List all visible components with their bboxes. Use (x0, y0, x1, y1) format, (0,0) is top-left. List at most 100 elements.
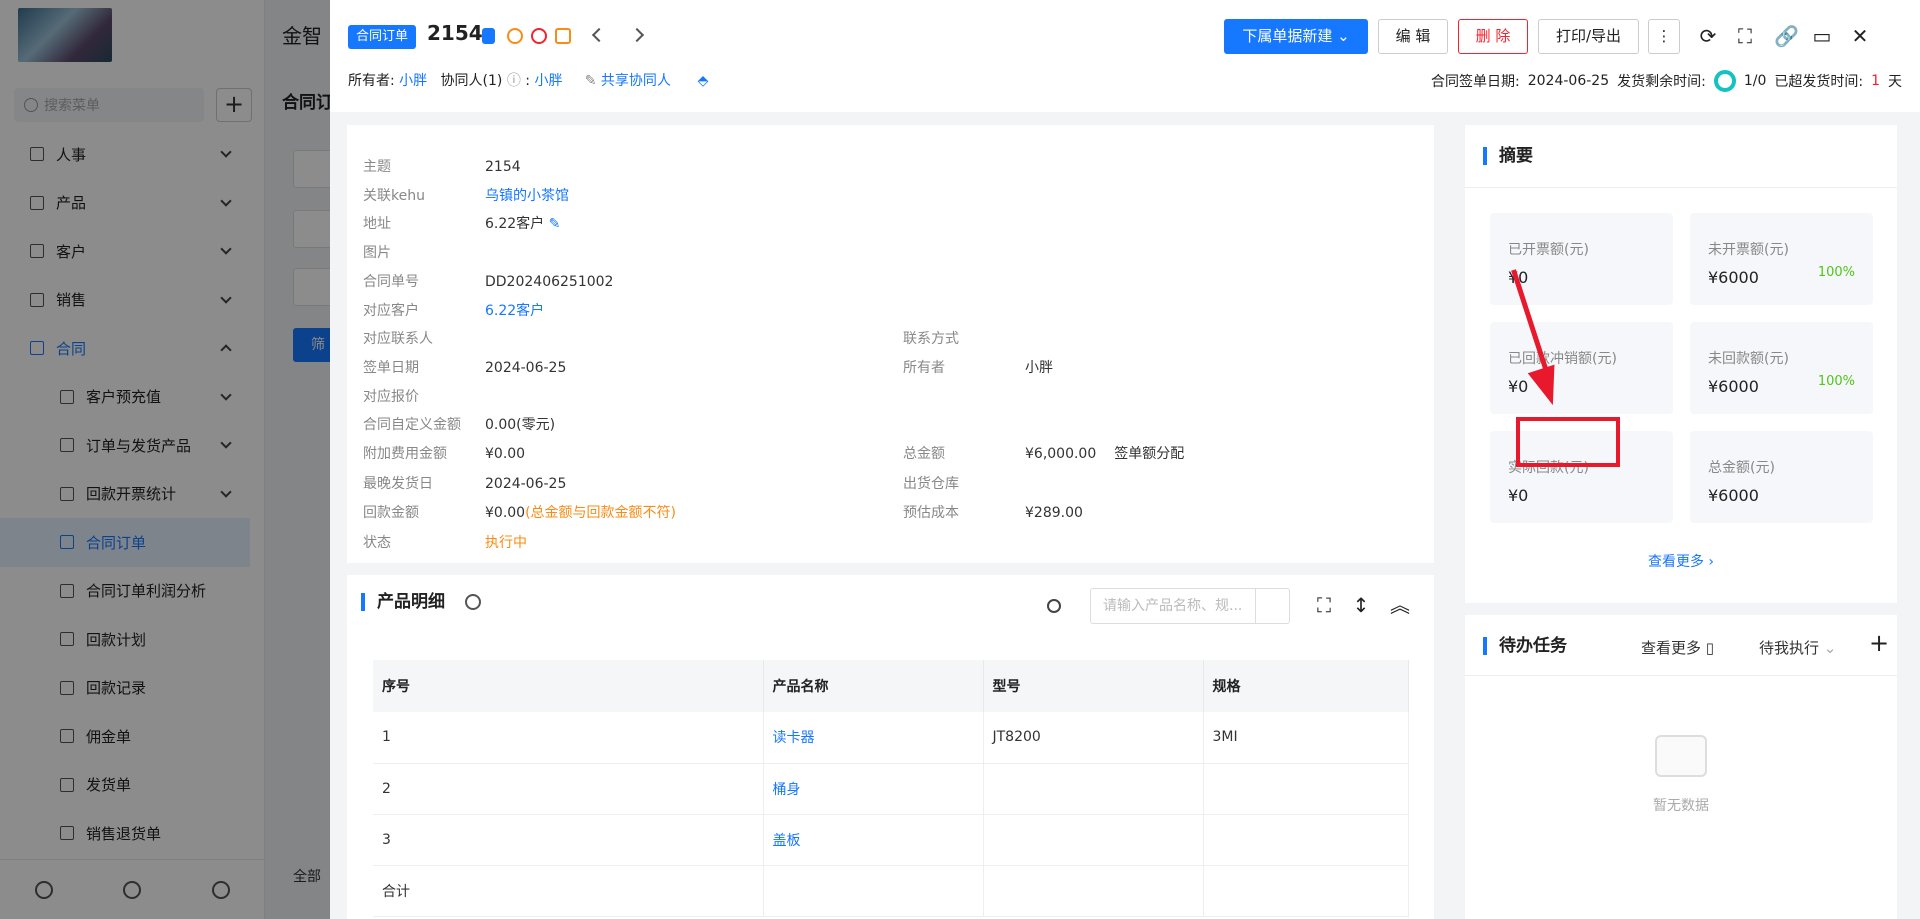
field-label: 对应报价 (363, 389, 419, 405)
refresh-icon[interactable]: ⟳ (1698, 26, 1718, 46)
more-button[interactable]: ⋮ (1648, 19, 1680, 54)
field-row: 地址 6.22客户 ✎ (363, 213, 560, 233)
field-label: 所有者 (903, 360, 945, 376)
column-header[interactable]: 产品名称 (763, 660, 984, 712)
field-row: 附加费用金额 ¥0.00 (363, 443, 525, 463)
product-link[interactable]: 读卡器 (763, 712, 984, 764)
field-row: 图片 (363, 242, 485, 262)
field-value[interactable]: 6.22客户 (485, 303, 544, 319)
product-section-title: 产品明细 (361, 593, 445, 611)
fullscreen-icon[interactable]: ⛶ (1735, 26, 1755, 46)
next-record-icon[interactable] (629, 27, 645, 43)
field-label: 最晚发货日 (363, 476, 433, 492)
empty-inbox-icon (1655, 735, 1707, 777)
field-value: 0.00(零元) (485, 417, 556, 433)
tag-icon[interactable]: ⬘ (698, 73, 709, 89)
annotation-highlight-box (1516, 417, 1620, 467)
close-icon[interactable]: ✕ (1850, 26, 1870, 46)
alert-icon[interactable] (531, 28, 547, 44)
field-row: 对应联系人 (363, 328, 485, 348)
field-value: ¥0.00 (485, 446, 526, 462)
edit-button[interactable]: 编 辑 (1378, 19, 1448, 54)
field-label: 主题 (363, 159, 391, 175)
owner-link[interactable]: 小胖 (399, 73, 427, 89)
chevron-right-icon: › (1708, 554, 1715, 570)
help-icon: ⓘ (506, 73, 521, 89)
collapse-icon[interactable]: ︽ (1390, 595, 1410, 615)
sign-split-label: 签单额分配 (1114, 446, 1185, 462)
table-row: 1 读卡器 JT8200 3MI (373, 712, 1409, 764)
field-label: 图片 (363, 245, 391, 261)
share-collaborator-link[interactable]: 共享协同人 (601, 73, 671, 89)
field-value: DD202406251002 (485, 274, 614, 290)
record-icon[interactable] (1047, 599, 1061, 613)
column-header[interactable]: 序号 (373, 660, 764, 712)
product-link[interactable]: 桶身 (763, 763, 984, 815)
new-sub-document-button[interactable]: 下属单据新建 ⌄ (1224, 19, 1368, 54)
todo-filter-select[interactable]: 待我执行 ⌄ (1759, 637, 1836, 658)
product-link[interactable]: 盖板 (763, 814, 984, 866)
date-status-row: 合同签单日期: 2024-06-25 发货剩余时间: 1/0 已超发货时间: 1… (1431, 70, 1902, 92)
product-detail-card: 产品明细 请输入产品名称、规... ⛶ ↕ ︽ 序号 产品名称 型号 规格 1读… (347, 575, 1434, 919)
field-row: 对应报价 (363, 386, 485, 406)
todo-more-link[interactable]: 查看更多 ▯ (1641, 637, 1714, 658)
column-header[interactable]: 规格 (1203, 660, 1409, 712)
summary-more-link[interactable]: 查看更多 › (1465, 551, 1897, 571)
table-row: 2 桶身 (373, 763, 1409, 815)
search-icon[interactable] (1255, 589, 1289, 623)
contract-info-card: 主题 2154 关联kehu 乌镇的小茶馆 地址 6.22客户 ✎ 图片 合同单号 DD2024… (347, 125, 1434, 563)
progress-ring-icon (1713, 70, 1736, 92)
detail-drawer: 合同订单 2154 下属单据新建 ⌄ 编 辑 删 除 打印/导出 ⋮ ⟳ ⛶ 🔗… (330, 0, 1920, 919)
field-label: 关联kehu (363, 188, 425, 204)
field-value: 2154 (485, 159, 521, 175)
prev-record-icon[interactable] (591, 27, 607, 43)
column-header[interactable]: 型号 (983, 660, 1204, 712)
link-icon[interactable]: 🔗 (1774, 26, 1799, 46)
print-export-button[interactable]: 打印/导出 (1538, 19, 1639, 54)
field-value[interactable]: 乌镇的小茶馆 (485, 188, 569, 204)
field-row: 最晚发货日 2024-06-25 (363, 473, 566, 493)
document-badge-icon[interactable] (482, 28, 495, 44)
field-value: 小胖 (1025, 360, 1053, 376)
product-search-input[interactable]: 请输入产品名称、规... (1090, 588, 1290, 624)
stat-box: 未回款额(元) ¥6000 100% (1690, 322, 1873, 414)
field-value: 2024-06-25 (485, 476, 567, 492)
field-label: 对应联系人 (363, 331, 433, 347)
record-type-tag: 合同订单 (348, 25, 417, 49)
record-title: 2154 (427, 21, 483, 45)
delete-button[interactable]: 删 除 (1458, 19, 1528, 54)
collaborator-link[interactable]: 小胖 (534, 73, 562, 89)
field-row: 状态 执行中 (363, 532, 527, 552)
clipboard-icon[interactable] (555, 28, 571, 44)
add-task-icon[interactable]: + (1869, 629, 1889, 657)
field-label: 地址 (363, 216, 391, 232)
field-label: 回款金额 (363, 505, 419, 521)
edit-icon[interactable]: ✎ (544, 216, 561, 232)
field-value: ¥289.00 (1025, 505, 1083, 521)
todo-title: 待办任务 (1483, 637, 1567, 655)
field-row: 总金额 ¥6,000.00 签单额分配 (903, 443, 1184, 463)
field-row: 主题 2154 (363, 156, 521, 176)
table-row: 3 盖板 (373, 814, 1409, 866)
todo-card: 待办任务 查看更多 ▯ 待我执行 ⌄ + 暂无数据 (1465, 615, 1897, 919)
field-label: 总金额 (903, 446, 945, 462)
settings-icon[interactable] (465, 594, 481, 610)
product-table: 序号 产品名称 型号 规格 1 读卡器 JT8200 3MI 2 桶身 3 盖板 合计 (373, 660, 1409, 917)
stat-box: 未开票额(元) ¥6000 100% (1690, 213, 1873, 305)
summary-title: 摘要 (1483, 147, 1533, 165)
summary-card: 摘要 已开票额(元)¥0 未开票额(元)¥6000100% 已回款冲销额(元)¥… (1465, 125, 1897, 603)
laptop-icon[interactable]: ▭ (1812, 26, 1832, 46)
field-row: 对应客户 6.22客户 (363, 300, 544, 320)
owner-row: 所有者: 小胖 协同人(1) ⓘ : 小胖 ✎ 共享协同人 ⬘ (348, 73, 709, 89)
book-icon: ▯ (1705, 639, 1715, 657)
chevron-down-icon: ⌄ (1823, 639, 1837, 657)
field-label: 签单日期 (363, 360, 419, 376)
edit-icon: ✎ (584, 73, 597, 89)
table-total-row: 合计 (373, 865, 1409, 917)
fullscreen-icon[interactable]: ⛶ (1314, 595, 1334, 615)
field-row: 签单日期 2024-06-25 (363, 357, 566, 377)
row-height-icon[interactable]: ↕ (1351, 595, 1371, 615)
field-label: 预估成本 (903, 505, 959, 521)
play-icon[interactable] (507, 28, 523, 44)
field-label: 对应客户 (363, 303, 419, 319)
